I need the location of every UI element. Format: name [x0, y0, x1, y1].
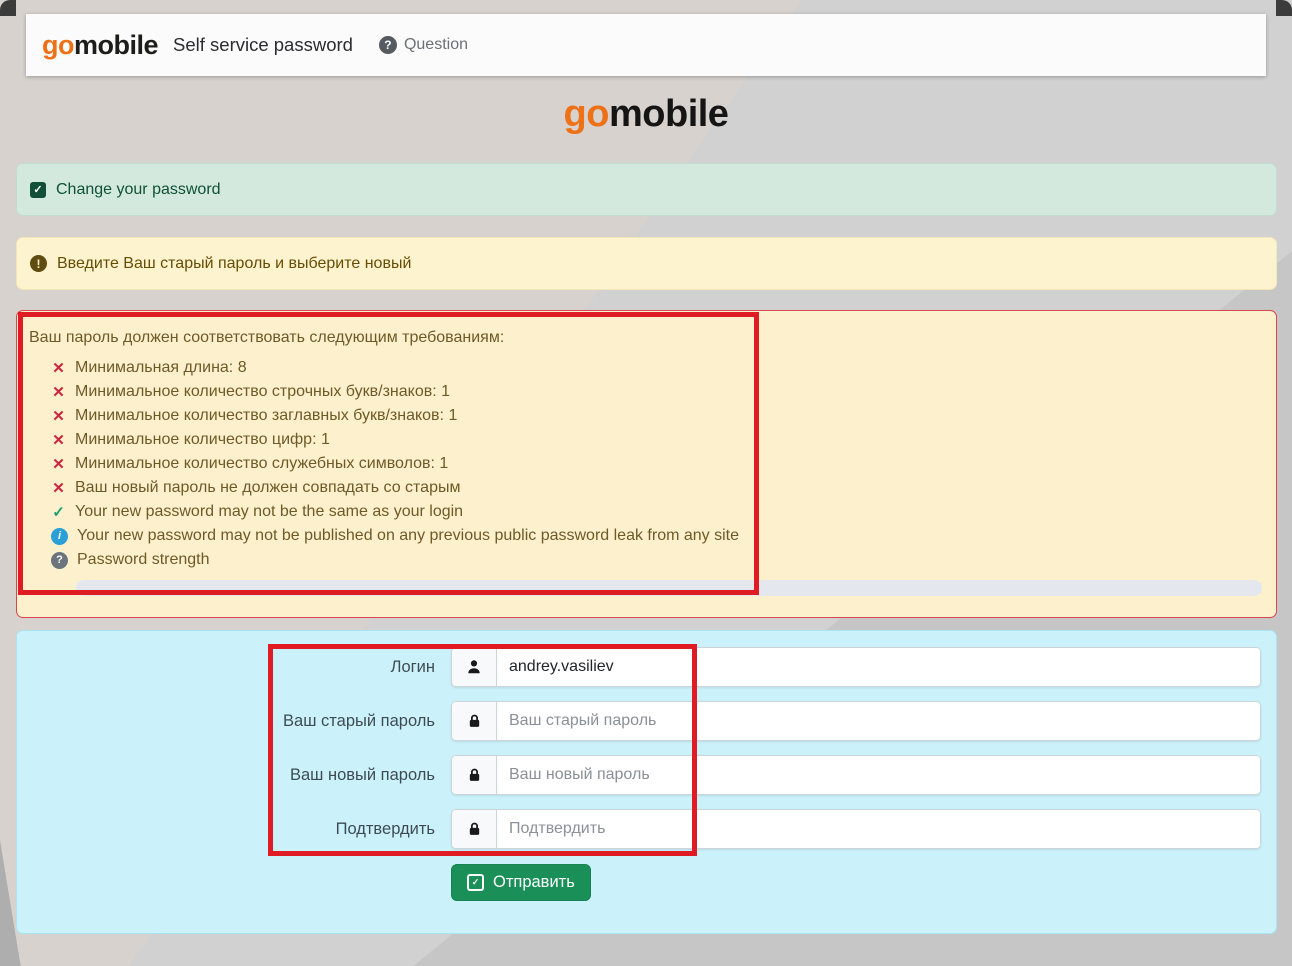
requirement-item: ✕ Минимальное количество служебных симво… — [51, 452, 1264, 476]
submit-button[interactable]: ✓ Отправить — [451, 864, 591, 901]
lock-icon — [452, 702, 497, 740]
lock-icon — [452, 810, 497, 848]
confirm-password-input-group — [451, 809, 1261, 849]
requirements-intro: Ваш пароль должен соответствовать следую… — [29, 329, 1264, 347]
password-strength-bar — [76, 580, 1262, 596]
question-circle-icon: ? — [51, 552, 68, 569]
navbar-logo[interactable]: gomobile — [42, 30, 158, 61]
requirement-text: Your new password may not be published o… — [77, 527, 739, 545]
login-input-group — [451, 647, 1261, 687]
check-square-icon: ✓ — [30, 182, 46, 198]
info-circle-icon: i — [51, 528, 68, 545]
requirement-text: Password strength — [77, 551, 210, 569]
exclamation-circle-icon: ! — [30, 255, 47, 272]
requirement-text: Минимальное количество служебных символо… — [75, 455, 448, 473]
form-row-login: Логин — [32, 648, 1261, 686]
password-requirements-panel: Ваш пароль должен соответствовать следую… — [16, 310, 1277, 618]
question-circle-icon: ? — [379, 36, 397, 54]
hero-logo-mobile: mobile — [609, 93, 728, 135]
submit-row: ✓ Отправить — [451, 864, 1261, 901]
requirement-item: ✓ Your new password may not be the same … — [51, 500, 1264, 524]
requirement-text: Минимальная длина: 8 — [75, 359, 247, 377]
x-icon: ✕ — [51, 455, 66, 473]
new-password-input[interactable] — [497, 756, 1260, 794]
hero-logo: gomobile — [0, 93, 1292, 136]
requirement-text: Минимальное количество заглавных букв/зн… — [75, 407, 457, 425]
login-input[interactable] — [497, 648, 1260, 686]
requirement-item: ✕ Минимальное количество цифр: 1 — [51, 428, 1264, 452]
question-label: Question — [404, 36, 468, 54]
confirm-password-label: Подтвердить — [32, 820, 435, 839]
new-password-label: Ваш новый пароль — [32, 766, 435, 785]
requirements-list: ✕ Минимальная длина: 8 ✕ Минимальное кол… — [29, 356, 1264, 572]
navbar: gomobile Self service password ? Questio… — [26, 14, 1266, 76]
requirement-item: ? Password strength — [51, 548, 1264, 572]
person-icon — [452, 648, 497, 686]
requirement-item: ✕ Ваш новый пароль не должен совпадать с… — [51, 476, 1264, 500]
alert-warning: ! Введите Ваш старый пароль и выберите н… — [16, 237, 1277, 290]
x-icon: ✕ — [51, 359, 66, 377]
old-password-input[interactable] — [497, 702, 1260, 740]
navbar-title: Self service password — [173, 34, 353, 56]
form-row-confirm-password: Подтвердить — [32, 810, 1261, 848]
alert-warning-text: Введите Ваш старый пароль и выберите нов… — [57, 255, 411, 273]
form-row-old-password: Ваш старый пароль — [32, 702, 1261, 740]
lock-icon — [452, 756, 497, 794]
requirement-item: i Your new password may not be published… — [51, 524, 1264, 548]
x-icon: ✕ — [51, 383, 66, 401]
window-corner — [1276, 0, 1292, 16]
confirm-password-input[interactable] — [497, 810, 1260, 848]
x-icon: ✕ — [51, 479, 66, 497]
page: gomobile Self service password ? Questio… — [0, 0, 1292, 966]
requirement-text: Ваш новый пароль не должен совпадать со … — [75, 479, 460, 497]
requirement-text: Your new password may not be the same as… — [75, 503, 463, 521]
requirement-item: ✕ Минимальная длина: 8 — [51, 356, 1264, 380]
change-password-form: Логин Ваш старый пароль Ваш новый пароль — [16, 630, 1277, 934]
window-corner — [0, 0, 16, 16]
form-row-new-password: Ваш новый пароль — [32, 756, 1261, 794]
submit-label: Отправить — [493, 873, 575, 892]
navbar-logo-go: go — [42, 30, 74, 60]
question-link[interactable]: ? Question — [379, 36, 468, 54]
login-label: Логин — [32, 658, 435, 677]
x-icon: ✕ — [51, 431, 66, 449]
requirement-text: Минимальное количество строчных букв/зна… — [75, 383, 450, 401]
requirement-item: ✕ Минимальное количество заглавных букв/… — [51, 404, 1264, 428]
hero-logo-go: go — [564, 93, 609, 135]
navbar-logo-mobile: mobile — [74, 30, 158, 60]
old-password-label: Ваш старый пароль — [32, 712, 435, 731]
x-icon: ✕ — [51, 407, 66, 425]
old-password-input-group — [451, 701, 1261, 741]
check-icon: ✓ — [51, 503, 66, 521]
requirement-item: ✕ Минимальное количество строчных букв/з… — [51, 380, 1264, 404]
alert-success: ✓ Change your password — [16, 163, 1277, 216]
new-password-input-group — [451, 755, 1261, 795]
alert-success-text: Change your password — [56, 181, 221, 199]
requirement-text: Минимальное количество цифр: 1 — [75, 431, 330, 449]
check-square-icon: ✓ — [467, 874, 484, 891]
